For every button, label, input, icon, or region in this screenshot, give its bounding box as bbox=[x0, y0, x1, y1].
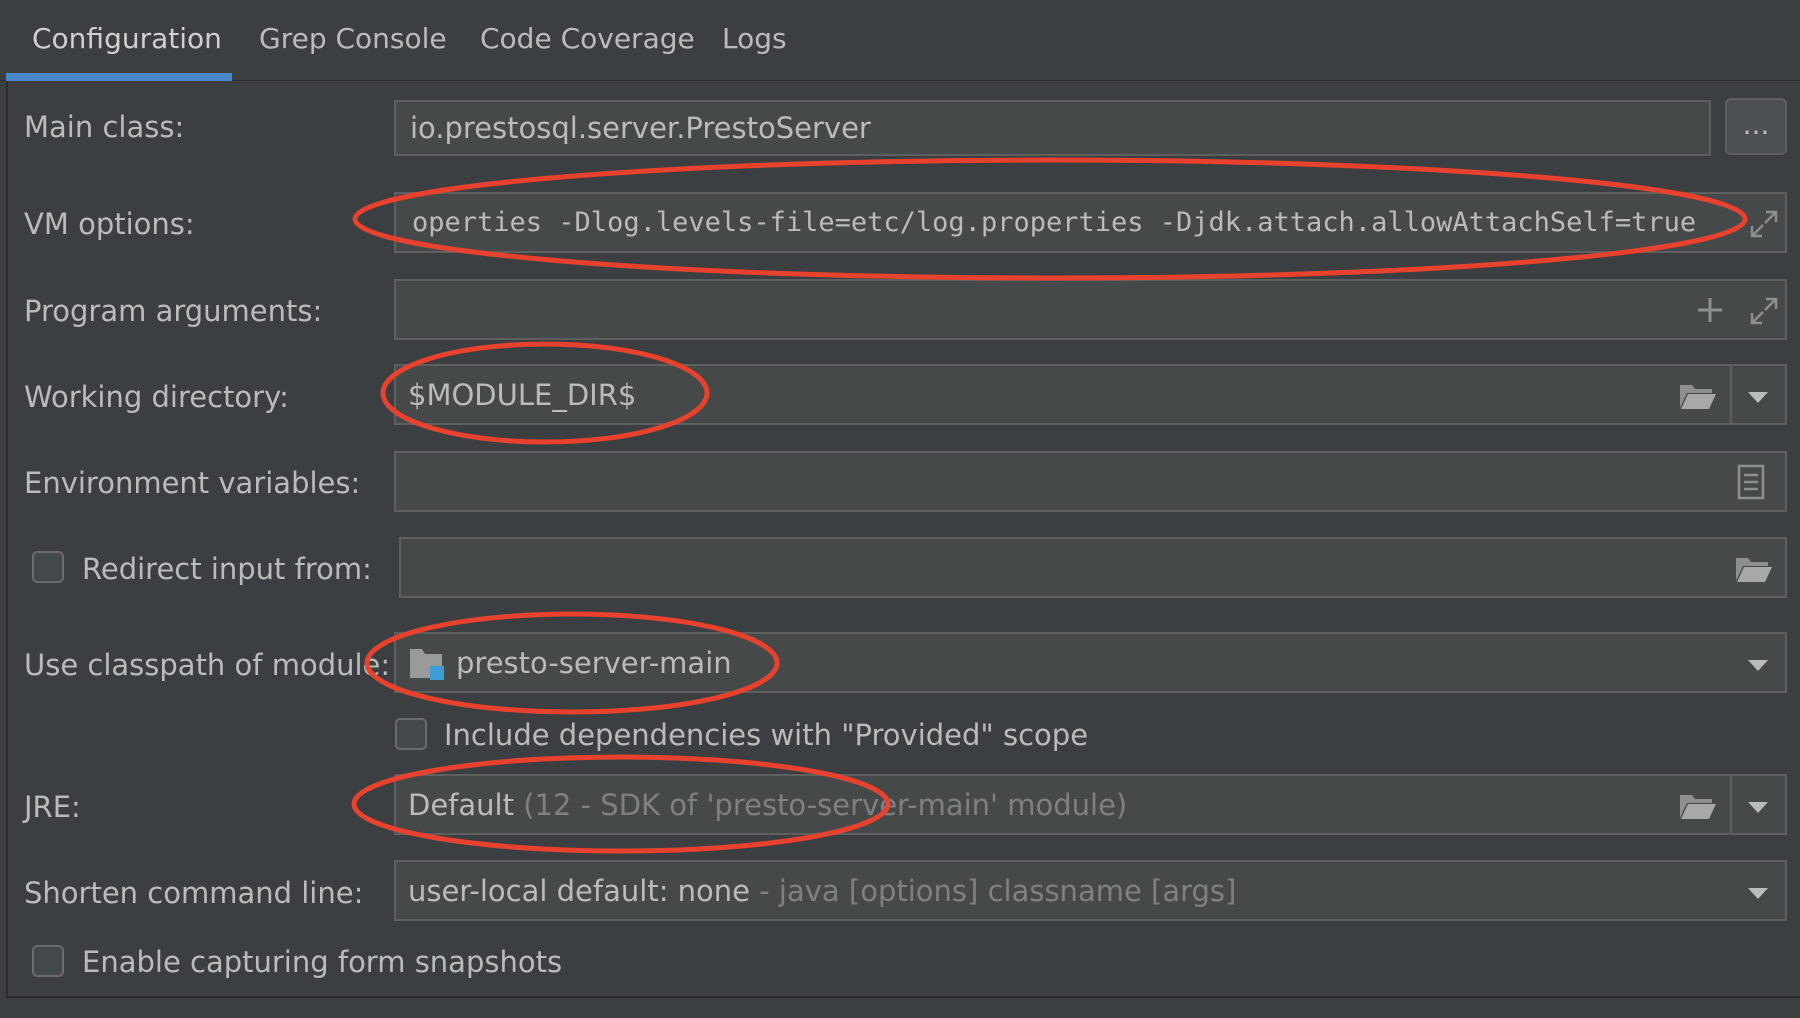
folder-icon[interactable] bbox=[1678, 381, 1718, 411]
folder-icon[interactable] bbox=[1734, 554, 1774, 584]
chevron-down-icon[interactable] bbox=[1748, 888, 1768, 899]
jre-select[interactable]: Default (12 - SDK of 'presto-server-main… bbox=[394, 774, 1787, 835]
shorten-command-line-hint: - java [options] classname [args] bbox=[759, 873, 1237, 908]
chevron-down-icon[interactable] bbox=[1748, 660, 1768, 671]
program-arguments-label: Program arguments: bbox=[24, 294, 323, 328]
program-arguments-input[interactable] bbox=[394, 279, 1787, 340]
document-icon[interactable] bbox=[1736, 464, 1766, 500]
module-folder-icon bbox=[410, 649, 444, 680]
shorten-command-line-label: Shorten command line: bbox=[24, 876, 364, 910]
expand-icon[interactable] bbox=[1748, 208, 1780, 240]
tab-bar: Configuration Grep Console Code Coverage… bbox=[0, 0, 1800, 81]
expand-icon[interactable] bbox=[1748, 295, 1780, 327]
vm-options-input[interactable]: operties -Dlog.levels-file=etc/log.prope… bbox=[394, 192, 1787, 253]
tab-code-coverage[interactable]: Code Coverage bbox=[480, 0, 695, 80]
working-directory-label: Working directory: bbox=[24, 380, 289, 414]
vm-options-label: VM options: bbox=[24, 207, 195, 241]
vm-options-value: operties -Dlog.levels-file=etc/log.prope… bbox=[412, 207, 1697, 238]
folder-icon[interactable] bbox=[1678, 791, 1718, 821]
environment-variables-label: Environment variables: bbox=[24, 466, 361, 500]
shorten-command-line-value: user-local default: none bbox=[408, 873, 751, 908]
classpath-module-label: Use classpath of module: bbox=[24, 648, 391, 682]
plus-icon[interactable] bbox=[1695, 295, 1725, 325]
chevron-down-icon[interactable] bbox=[1748, 802, 1768, 813]
jre-label: JRE: bbox=[24, 790, 81, 824]
shorten-command-line-select[interactable]: user-local default: none - java [options… bbox=[394, 860, 1787, 921]
jre-value: Default bbox=[408, 787, 514, 822]
tab-configuration[interactable]: Configuration bbox=[32, 0, 222, 80]
chevron-down-icon[interactable] bbox=[1748, 392, 1768, 403]
classpath-module-value: presto-server-main bbox=[456, 645, 732, 680]
capture-snapshots-checkbox[interactable] bbox=[32, 945, 64, 977]
environment-variables-input[interactable] bbox=[394, 451, 1787, 512]
classpath-module-select[interactable]: presto-server-main bbox=[394, 632, 1787, 693]
working-directory-value: $MODULE_DIR$ bbox=[408, 377, 637, 412]
redirect-input-checkbox[interactable] bbox=[32, 551, 64, 583]
working-directory-input[interactable]: $MODULE_DIR$ bbox=[394, 364, 1787, 425]
main-class-input[interactable]: io.prestosql.server.PrestoServer bbox=[394, 100, 1711, 156]
capture-snapshots-label: Enable capturing form snapshots bbox=[82, 945, 563, 979]
selected-tab-indicator bbox=[6, 73, 232, 81]
main-class-label: Main class: bbox=[24, 110, 185, 144]
tab-grep-console[interactable]: Grep Console bbox=[259, 0, 447, 80]
include-provided-label: Include dependencies with "Provided" sco… bbox=[444, 718, 1089, 752]
tab-logs[interactable]: Logs bbox=[722, 0, 787, 80]
main-class-value: io.prestosql.server.PrestoServer bbox=[410, 111, 871, 145]
redirect-input-label: Redirect input from: bbox=[82, 552, 372, 586]
main-class-browse-button[interactable]: ... bbox=[1725, 98, 1787, 155]
jre-hint: (12 - SDK of 'presto-server-main' module… bbox=[523, 787, 1128, 822]
include-provided-checkbox[interactable] bbox=[395, 718, 427, 750]
redirect-input-field[interactable] bbox=[399, 537, 1787, 598]
